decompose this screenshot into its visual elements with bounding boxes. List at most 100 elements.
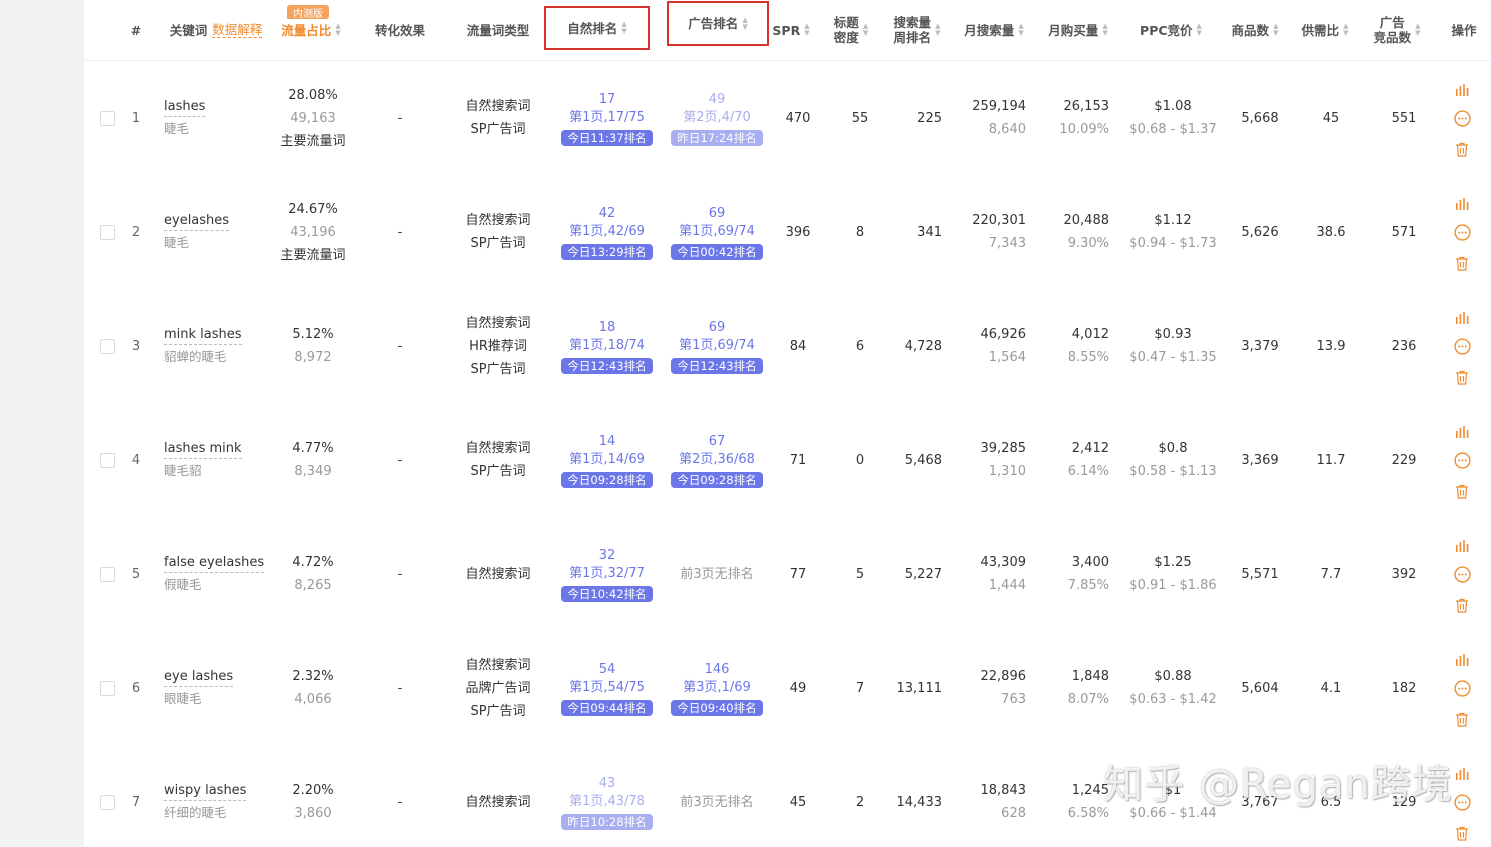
trash-icon[interactable] [1453,710,1471,728]
traffic-type: 自然搜索词 [465,794,531,810]
row-checkbox[interactable] [100,111,115,126]
organic-rank-number[interactable]: 14 [599,433,616,451]
ppc-cell: $0.88 $0.63 - $1.42 [1118,631,1228,745]
monthly-search-value: 18,843 [980,783,1027,798]
ppc-range: $0.63 - $1.42 [1129,692,1217,707]
ad-rank-number[interactable]: 69 [709,319,726,337]
bar-chart-icon[interactable] [1453,651,1471,669]
traffic-type: SP广告词 [470,236,526,251]
header-monthly-buy[interactable]: 月购买量 ▲ ▼ [1040,0,1116,60]
keyword-text[interactable]: eyelashes [164,212,230,231]
ad-rank-number[interactable]: 146 [705,661,730,679]
keyword-text[interactable]: lashes mink [164,440,242,459]
ad-rank-number[interactable]: 49 [709,91,726,109]
keyword-text[interactable]: lashes [164,98,206,117]
more-icon[interactable] [1453,793,1471,811]
title-density-cell: 8 [855,224,865,240]
bar-chart-icon[interactable] [1453,423,1471,441]
trash-icon[interactable] [1453,824,1471,842]
traffic-type: 自然搜索词 [465,441,531,456]
keyword-text[interactable]: eye lashes [164,668,234,687]
keyword-text[interactable]: wispy lashes [164,782,247,801]
more-icon[interactable] [1453,679,1471,697]
bar-chart-icon[interactable] [1453,81,1471,99]
bar-chart-icon[interactable] [1453,309,1471,327]
row-checkbox[interactable] [100,567,115,582]
sort-icon[interactable]: ▲ ▼ [621,21,626,35]
more-icon[interactable] [1453,337,1471,355]
bar-chart-icon[interactable] [1453,195,1471,213]
trash-icon[interactable] [1453,596,1471,614]
row-checkbox[interactable] [100,225,115,240]
monthly-buy-cell: 1,245 6.58% [1034,745,1109,847]
header-ppc[interactable]: PPC竞价 ▲ ▼ [1128,0,1214,60]
table-row: 1 lashes 睫毛 28.08% 49,163 主要流量词 - 自然搜索词 S… [84,61,1491,176]
organic-rank-number[interactable]: 32 [599,547,616,565]
sort-icon[interactable]: ▲ ▼ [1343,23,1348,37]
keyword-cell: mink lashes 貂蝉的睫毛 [164,289,284,403]
header-organic-rank[interactable]: 自然排名 ▲ ▼ [544,6,650,50]
header-ad-competitors[interactable]: 广告 竞品数 ▲ ▼ [1366,0,1428,60]
header-traffic-share[interactable]: 流量占比 ▲ ▼ [272,0,350,60]
header-spr[interactable]: SPR ▲ ▼ [768,0,814,60]
ad-rank-time-tag: 今日09:28排名 [671,471,763,488]
ad-rank-cell: 前3页无排名 [664,745,770,847]
products-cell: 3,379 [1241,338,1279,354]
ad-rank-number[interactable]: 69 [709,205,726,223]
row-index: 2 [131,224,141,240]
sort-icon[interactable]: ▲ ▼ [1415,23,1420,37]
organic-rank-number[interactable]: 17 [599,91,616,109]
monthly-buy-rate: 7.85% [1067,578,1109,593]
row-checkbox[interactable] [100,339,115,354]
more-icon[interactable] [1453,223,1471,241]
header-title-density[interactable]: 标题 密度 ▲ ▼ [826,0,876,60]
keyword-text[interactable]: false eyelashes [164,554,265,573]
data-explain-link[interactable]: 数据解释 [212,22,263,38]
daily-search-value: 1,564 [988,350,1026,365]
keyword-translation: 纤细的睫毛 [164,805,227,820]
row-checkbox[interactable] [100,681,115,696]
organic-rank-number[interactable]: 42 [599,205,616,223]
trash-icon[interactable] [1453,254,1471,272]
sort-icon[interactable]: ▲ ▼ [1102,23,1107,37]
organic-rank-number[interactable]: 54 [599,661,616,679]
trash-icon[interactable] [1453,482,1471,500]
keyword-text[interactable]: mink lashes [164,326,242,345]
row-checkbox[interactable] [100,795,115,810]
sort-icon[interactable]: ▲ ▼ [1197,23,1202,37]
bar-chart-icon[interactable] [1453,765,1471,783]
conversion-cell: - [397,566,403,582]
ad-competitors-cell: 392 [1391,566,1417,582]
more-icon[interactable] [1453,109,1471,127]
header-products[interactable]: 商品数 ▲ ▼ [1224,0,1286,60]
trash-icon[interactable] [1453,140,1471,158]
header-search-rank[interactable]: 搜索量 周排名 ▲ ▼ [886,0,948,60]
sort-icon[interactable]: ▲ ▼ [742,16,747,31]
search-rank-cell: 4,728 [904,338,942,354]
organic-rank-number[interactable]: 43 [599,775,616,793]
more-icon[interactable] [1453,565,1471,583]
trash-icon[interactable] [1453,368,1471,386]
sort-icon[interactable]: ▲ ▼ [935,23,940,37]
more-icon[interactable] [1453,451,1471,469]
bar-chart-icon[interactable] [1453,537,1471,555]
conversion-cell: - [397,338,403,354]
header-ad-rank[interactable]: 广告排名 ▲ ▼ [667,1,769,46]
header-supply-demand[interactable]: 供需比 ▲ ▼ [1294,0,1356,60]
traffic-type: SP广告词 [470,122,526,137]
sort-icon[interactable]: ▲ ▼ [335,23,340,37]
ad-rank-number[interactable]: 67 [709,433,726,451]
sort-icon[interactable]: ▲ ▼ [1018,23,1023,37]
ppc-range: $0.58 - $1.13 [1129,464,1217,479]
monthly-search-cell: 46,926 1,564 [950,289,1027,403]
monthly-buy-cell: 26,153 10.09% [1034,61,1109,175]
traffic-share-percent: 4.72% [292,555,334,570]
row-checkbox[interactable] [100,453,115,468]
organic-rank-number[interactable]: 18 [599,319,616,337]
sort-icon[interactable]: ▲ ▼ [804,23,809,37]
header-monthly-search[interactable]: 月搜索量 ▲ ▼ [956,0,1032,60]
sort-icon[interactable]: ▲ ▼ [1273,23,1278,37]
organic-rank-time-tag: 今日11:37排名 [561,129,653,146]
ad-rank-none: 前3页无排名 [680,566,754,582]
sort-icon[interactable]: ▲ ▼ [863,23,868,37]
